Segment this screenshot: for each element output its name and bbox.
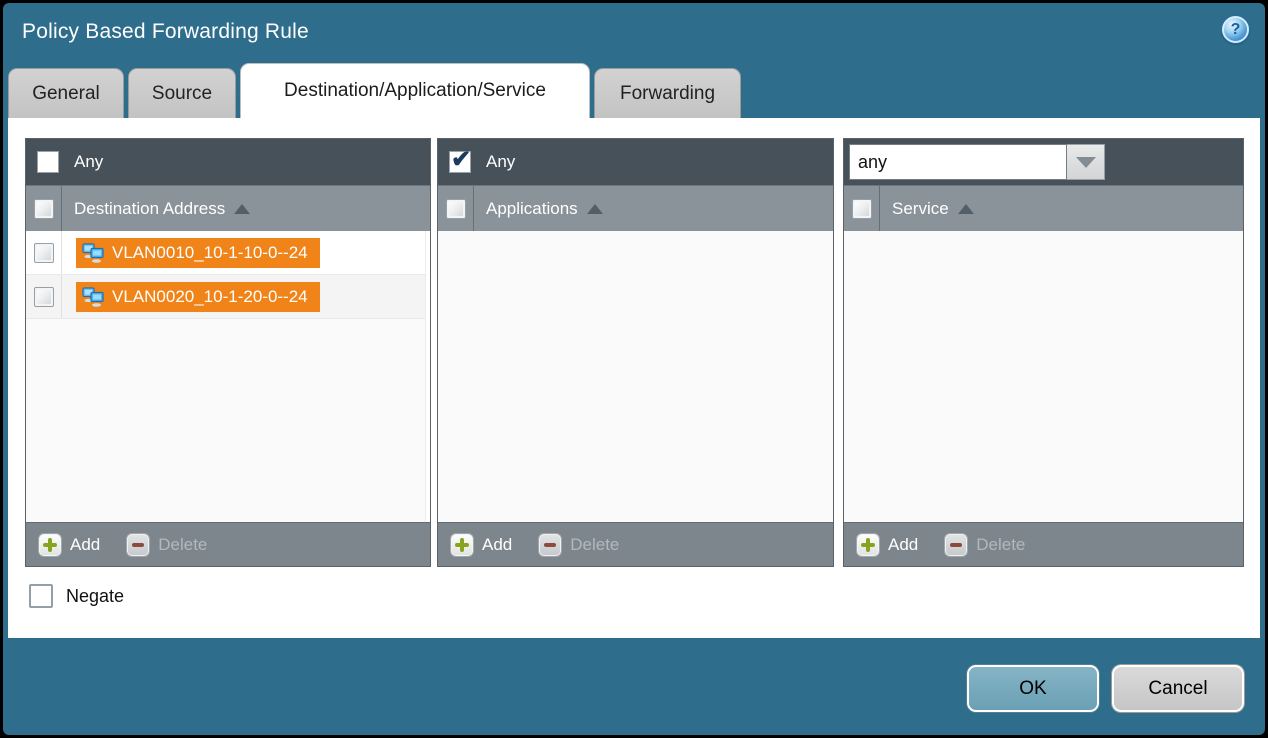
destination-any-bar: Any xyxy=(26,139,430,185)
service-dropdown-input[interactable] xyxy=(849,144,1067,180)
add-button[interactable]: Add xyxy=(450,533,512,557)
add-button[interactable]: Add xyxy=(856,533,918,557)
minus-icon xyxy=(944,533,968,557)
service-column[interactable]: Service xyxy=(892,199,974,219)
network-address-icon xyxy=(82,287,104,307)
network-address-icon xyxy=(82,243,104,263)
applications-column[interactable]: Applications xyxy=(486,199,603,219)
ok-button[interactable]: OK xyxy=(967,665,1099,712)
sort-ascending-icon xyxy=(958,204,974,214)
minus-icon xyxy=(126,533,150,557)
destination-any-label[interactable]: Any xyxy=(74,152,103,172)
destination-list: VLAN0010_10-1-10-0--24 xyxy=(26,231,430,522)
delete-button[interactable]: Delete xyxy=(944,533,1025,557)
destination-column-header: Destination Address xyxy=(26,185,430,231)
dialog-actions: OK Cancel xyxy=(967,665,1244,712)
applications-any-label[interactable]: Any xyxy=(486,152,515,172)
applications-panel-footer: Add Delete xyxy=(438,522,833,566)
scrollbar-track[interactable] xyxy=(425,231,430,522)
delete-button[interactable]: Delete xyxy=(538,533,619,557)
service-combobox xyxy=(849,144,1105,180)
help-icon[interactable]: ? xyxy=(1222,16,1249,43)
minus-icon xyxy=(538,533,562,557)
applications-list xyxy=(438,231,833,522)
applications-column-header: Applications xyxy=(438,185,833,231)
tab-content: Any Destination Address xyxy=(8,118,1260,638)
dialog-title: Policy Based Forwarding Rule xyxy=(22,20,309,44)
cancel-button[interactable]: Cancel xyxy=(1112,665,1244,712)
sort-ascending-icon xyxy=(587,204,603,214)
sort-ascending-icon xyxy=(234,204,250,214)
address-object-chip[interactable]: VLAN0010_10-1-10-0--24 xyxy=(76,238,320,268)
applications-panel: Any Applications Add Delete xyxy=(437,138,834,567)
applications-any-checkbox[interactable] xyxy=(449,151,471,173)
plus-icon xyxy=(856,533,880,557)
plus-icon xyxy=(450,533,474,557)
tab-destination-application-service[interactable]: Destination/Application/Service xyxy=(240,63,590,118)
destination-address-panel: Any Destination Address xyxy=(25,138,431,567)
delete-button[interactable]: Delete xyxy=(126,533,207,557)
add-button[interactable]: Add xyxy=(38,533,100,557)
row-checkbox[interactable] xyxy=(34,287,54,307)
tab-general[interactable]: General xyxy=(8,68,124,118)
service-column-header: Service xyxy=(844,185,1243,231)
row-checkbox[interactable] xyxy=(34,243,54,263)
service-any-bar xyxy=(844,139,1243,185)
destination-any-checkbox[interactable] xyxy=(37,151,59,173)
service-select-all-checkbox[interactable] xyxy=(852,199,872,219)
tab-source[interactable]: Source xyxy=(128,68,236,118)
service-panel-footer: Add Delete xyxy=(844,522,1243,566)
destination-select-all-checkbox[interactable] xyxy=(34,199,54,219)
service-dropdown-button[interactable] xyxy=(1067,144,1105,180)
negate-label[interactable]: Negate xyxy=(66,586,124,607)
chevron-down-icon xyxy=(1076,157,1096,168)
address-object-chip[interactable]: VLAN0020_10-1-20-0--24 xyxy=(76,282,320,312)
policy-based-forwarding-dialog: Policy Based Forwarding Rule ? General S… xyxy=(3,3,1265,735)
tab-forwarding[interactable]: Forwarding xyxy=(594,68,741,118)
applications-select-all-checkbox[interactable] xyxy=(446,199,466,219)
negate-checkbox[interactable] xyxy=(29,584,53,608)
service-list xyxy=(844,231,1243,522)
destination-address-column[interactable]: Destination Address xyxy=(74,199,250,219)
table-row: VLAN0020_10-1-20-0--24 xyxy=(26,275,430,319)
destination-panel-footer: Add Delete xyxy=(26,522,430,566)
negate-option: Negate xyxy=(29,584,124,608)
applications-any-bar: Any xyxy=(438,139,833,185)
service-panel: Service Add Delete xyxy=(843,138,1244,567)
tab-bar: General Source Destination/Application/S… xyxy=(8,63,741,118)
plus-icon xyxy=(38,533,62,557)
table-row: VLAN0010_10-1-10-0--24 xyxy=(26,231,430,275)
